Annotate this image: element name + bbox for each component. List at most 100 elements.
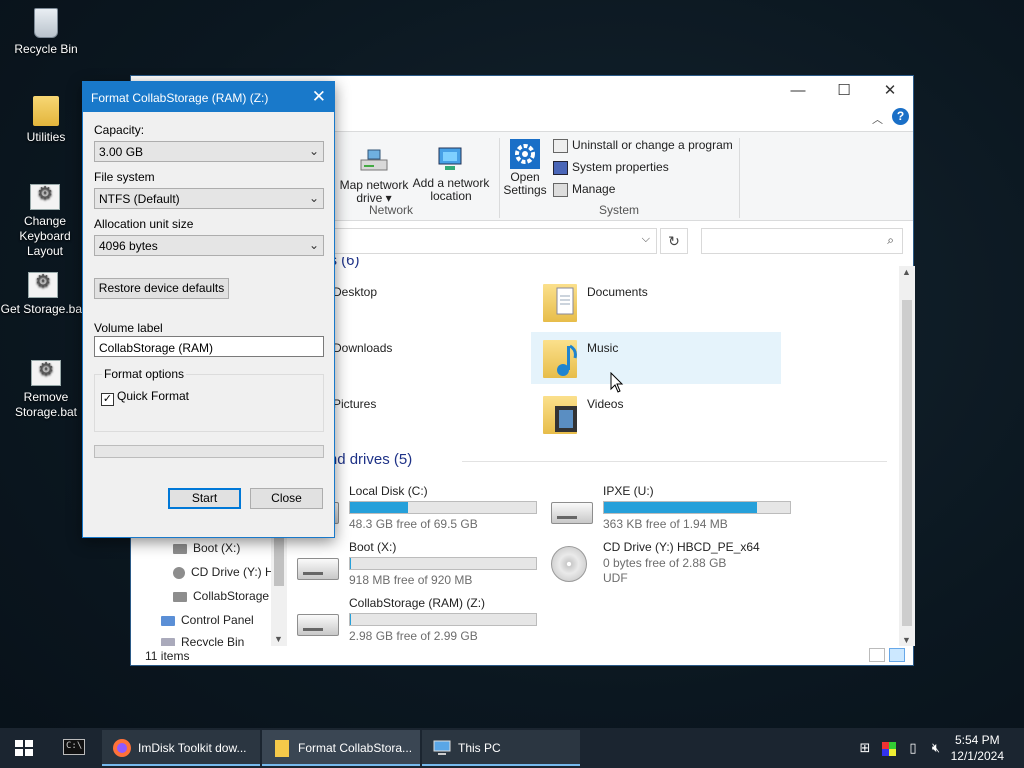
drive-usage-bar: [349, 557, 537, 570]
restore-defaults-button[interactable]: Restore device defaults: [94, 278, 229, 299]
folder-label: Documents: [587, 285, 648, 299]
drive-name: CollabStorage (RAM) (Z:): [349, 596, 486, 610]
drive-free-space: 0 bytes free of 2.88 GB: [603, 556, 727, 570]
scroll-thumb[interactable]: [902, 300, 912, 626]
taskbar: C:\ ImDisk Toolkit dow... Format CollabS…: [0, 728, 1024, 768]
nav-item-cd-drive[interactable]: CD Drive (Y:) H: [173, 565, 271, 579]
close-icon[interactable]: ✕: [312, 87, 326, 107]
map-network-drive-label: Map network drive: [339, 178, 409, 205]
clock-date: 12/1/2024: [950, 749, 1004, 763]
search-icon: ⌕: [887, 233, 894, 247]
nav-item-recycle-bin[interactable]: Recycle Bin: [161, 635, 244, 646]
nav-item-boot[interactable]: Boot (X:): [173, 541, 240, 555]
control-panel-icon: [161, 615, 175, 626]
drive-tile-u[interactable]: IPXE (U:) 363 KB free of 1.94 MB: [529, 484, 791, 540]
dialog-title: Format CollabStorage (RAM) (Z:): [91, 91, 269, 105]
desktop-icon-remove-storage[interactable]: Remove Storage.bat: [0, 360, 92, 420]
nav-item-label: CD Drive (Y:) H: [191, 565, 271, 579]
drive-tile-x[interactable]: Boot (X:) 918 MB free of 920 MB: [275, 540, 537, 596]
open-settings-label: Open Settings: [503, 170, 547, 197]
details-view-icon[interactable]: [869, 648, 885, 662]
format-dialog: Format CollabStorage (RAM) (Z:) ✕ Capaci…: [82, 81, 335, 538]
add-network-location-label: Add a network location: [412, 176, 490, 203]
network-icon[interactable]: ⊞: [856, 728, 874, 768]
minimize-button[interactable]: —: [775, 78, 821, 104]
scroll-up-icon[interactable]: ▲: [902, 267, 911, 277]
refresh-button[interactable]: ↻: [660, 228, 688, 254]
desktop-icon-change-keyboard-layout[interactable]: Change Keyboard Layout: [0, 184, 90, 259]
start-button[interactable]: [0, 728, 48, 768]
capacity-label: Capacity:: [94, 123, 145, 137]
scroll-down-icon[interactable]: ▼: [902, 635, 911, 645]
manage-button[interactable]: Manage: [553, 180, 615, 200]
command-prompt-icon: C:\: [63, 739, 85, 755]
chevron-down-icon: ⌄: [308, 191, 319, 205]
address-bar[interactable]: ⌵: [327, 228, 657, 254]
desktop-icon-recycle-bin[interactable]: Recycle Bin: [0, 8, 92, 57]
folder-tile-videos[interactable]: Videos: [531, 388, 781, 440]
recycle-bin-icon: [161, 637, 175, 646]
taskbar-app-firefox[interactable]: ImDisk Toolkit dow...: [102, 730, 260, 766]
speaker-muted-icon[interactable]: 🔇︎: [926, 728, 946, 768]
desktop-icon-label: Get Storage.bat: [0, 302, 86, 316]
close-button[interactable]: ✕: [867, 78, 913, 104]
help-icon[interactable]: ?: [892, 108, 909, 125]
nav-item-control-panel[interactable]: Control Panel: [161, 613, 254, 627]
color-icon[interactable]: [880, 728, 898, 768]
start-button[interactable]: Start: [168, 488, 241, 509]
drive-usage-fill: [350, 614, 351, 625]
nav-item-collabstorage[interactable]: CollabStorage: [173, 589, 269, 603]
allocation-unit-select[interactable]: 4096 bytes ⌄: [94, 235, 324, 256]
drive-usage-bar: [349, 613, 537, 626]
allocation-unit-value: 4096 bytes: [99, 239, 158, 253]
taskbar-app-format[interactable]: Format CollabStora...: [262, 730, 420, 766]
drive-icon: [173, 591, 187, 602]
drive-filesystem: UDF: [603, 571, 628, 585]
add-network-location-button[interactable]: Add a network location: [411, 144, 491, 203]
search-input[interactable]: ⌕: [701, 228, 903, 254]
format-progress-bar: [94, 445, 324, 458]
content-scrollbar[interactable]: ▲ ▼: [899, 266, 915, 646]
this-pc-icon: [432, 738, 452, 758]
file-system-label: File system: [94, 170, 155, 184]
file-system-select[interactable]: NTFS (Default) ⌄: [94, 188, 324, 209]
drive-free-space: 363 KB free of 1.94 MB: [603, 517, 728, 531]
taskbar-cmd[interactable]: C:\: [56, 734, 92, 762]
drive-name: CD Drive (Y:) HBCD_PE_x64: [603, 540, 760, 554]
map-network-drive-button[interactable]: Map network drive ▾: [337, 146, 411, 205]
tiles-view-icon[interactable]: [889, 648, 905, 662]
taskbar-app-this-pc[interactable]: This PC: [422, 730, 580, 766]
hard-drive-icon: [551, 502, 593, 524]
batch-file-icon: [30, 184, 60, 210]
folder-label: Desktop: [333, 285, 378, 299]
firefox-icon: [112, 738, 132, 758]
drive-free-space: 48.3 GB free of 69.5 GB: [349, 517, 478, 531]
usb-icon[interactable]: ▯: [904, 728, 922, 768]
allocation-unit-label: Allocation unit size: [94, 217, 194, 231]
uninstall-icon: [553, 138, 568, 153]
close-button[interactable]: Close: [250, 488, 323, 509]
folder-tile-documents[interactable]: Documents: [531, 276, 781, 328]
nav-item-label: CollabStorage: [193, 589, 270, 603]
uninstall-program-button[interactable]: Uninstall or change a program: [553, 136, 733, 156]
drive-tile-y[interactable]: CD Drive (Y:) HBCD_PE_x64 0 bytes free o…: [529, 540, 779, 602]
desktop-icon-utilities[interactable]: Utilities: [0, 96, 92, 145]
drive-usage-fill: [604, 502, 757, 513]
drive-tile-z[interactable]: CollabStorage (RAM) (Z:) 2.98 GB free of…: [275, 596, 537, 652]
capacity-select[interactable]: 3.00 GB ⌄: [94, 141, 324, 162]
music-folder-icon: [543, 340, 577, 378]
maximize-button[interactable]: ☐: [821, 78, 867, 104]
chevron-down-icon[interactable]: ⌵: [642, 233, 650, 246]
quick-format-checkbox[interactable]: ✓ Quick Format: [101, 389, 189, 406]
open-settings-button[interactable]: Open Settings: [503, 138, 547, 197]
ribbon-collapse-icon[interactable]: ︿: [872, 111, 883, 127]
refresh-icon: ↻: [668, 233, 680, 249]
drive-name: Boot (X:): [349, 540, 397, 554]
desktop-icon-label: Utilities: [26, 130, 66, 144]
volume-label-input[interactable]: [94, 336, 324, 357]
drive-usage-bar: [349, 501, 537, 514]
desktop-icon-get-storage[interactable]: Get Storage.bat: [0, 272, 86, 317]
system-clock[interactable]: 5:54 PM 12/1/2024: [951, 732, 1004, 764]
system-properties-button[interactable]: System properties: [553, 158, 669, 178]
folder-tile-music[interactable]: Music: [531, 332, 781, 384]
